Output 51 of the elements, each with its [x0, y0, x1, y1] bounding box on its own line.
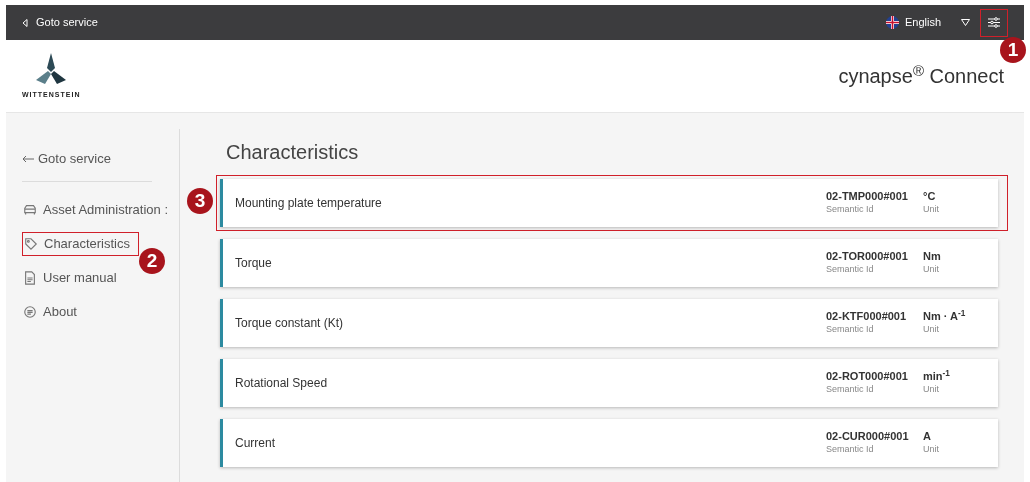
unit-label: Unit	[923, 382, 940, 396]
semantic-id: 02-KTF000#001	[826, 309, 908, 323]
semantic-id-label: Semantic Id	[826, 382, 875, 396]
arrow-left-icon	[22, 155, 34, 163]
characteristic-card[interactable]: Current 02-CUR000#001 Semantic Id A Unit	[220, 419, 998, 467]
sidebar-item[interactable]: About	[22, 300, 177, 324]
characteristic-name: Rotational Speed	[235, 375, 329, 392]
callout-badge: 2	[139, 248, 165, 274]
sidebar-item[interactable]: Asset Administration :	[22, 198, 177, 222]
dropdown-caret-icon[interactable]	[961, 19, 970, 26]
flag-icon	[885, 16, 899, 29]
characteristic-name: Mounting plate temperature	[235, 195, 383, 212]
semantic-id: 02-ROT000#001	[826, 369, 909, 383]
page-title: Characteristics	[226, 140, 360, 165]
unit-label: Unit	[923, 202, 940, 216]
semantic-id-label: Semantic Id	[826, 442, 875, 456]
document-icon	[23, 271, 37, 285]
unit-label: Unit	[923, 322, 940, 336]
unit-value: °C	[923, 189, 937, 203]
back-link[interactable]: Goto service	[22, 14, 98, 31]
product-title: cynapse$^{®}$ Connect	[838, 61, 1004, 89]
caret-left-icon	[22, 18, 28, 27]
semantic-id-label: Semantic Id	[826, 202, 875, 216]
semantic-id: 02-TMP000#001	[826, 189, 909, 203]
semantic-id-label: Semantic Id	[826, 322, 875, 336]
settings-button[interactable]	[980, 8, 1008, 37]
characteristic-name: Current	[235, 435, 276, 452]
characteristic-name: Torque	[235, 255, 273, 272]
semantic-id: 02-TOR000#001	[826, 249, 909, 263]
unit-label: Unit	[923, 442, 940, 456]
unit-value: Nm · A$^{-1}$	[923, 309, 967, 323]
characteristic-card[interactable]: Rotational Speed 02-ROT000#001 Semantic Id min$^{-1}$ Unit	[220, 359, 998, 407]
car-icon	[23, 203, 37, 217]
callout-badge: 1	[1000, 36, 1026, 63]
semantic-id-label: Semantic Id	[826, 262, 875, 276]
chat-bubble-icon	[23, 305, 37, 319]
characteristic-card[interactable]: Torque 02-TOR000#001 Semantic Id Nm Unit	[220, 239, 998, 287]
unit-label: Unit	[923, 262, 940, 276]
semantic-id: 02-CUR000#001	[826, 429, 910, 443]
unit-value: min$^{-1}$	[923, 369, 951, 383]
characteristic-name: Torque constant (Kt)	[235, 315, 345, 332]
unit-value: A	[923, 429, 932, 443]
sidebar-item[interactable]: Characteristics	[22, 232, 139, 256]
language-selector[interactable]: English	[885, 14, 941, 31]
characteristic-card[interactable]: Torque constant (Kt) 02-KTF000#001 Semantic Id Nm · A$^{-1}$ Unit	[220, 299, 998, 347]
characteristic-card[interactable]: Mounting plate temperature 02-TMP000#001 Semantic Id °C Unit	[220, 179, 998, 227]
sliders-icon	[988, 17, 1000, 28]
unit-value: Nm	[923, 249, 942, 263]
tag-icon	[24, 237, 38, 251]
callout-badge: 3	[187, 188, 213, 214]
back-link[interactable]: Goto service	[22, 149, 177, 169]
